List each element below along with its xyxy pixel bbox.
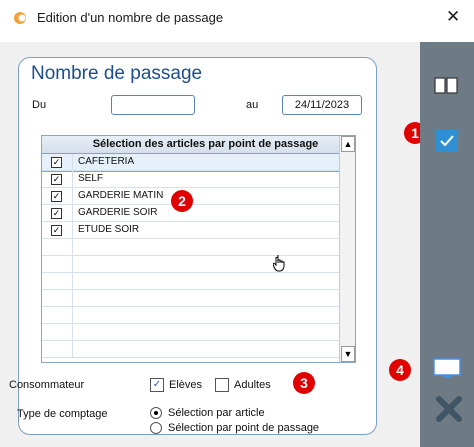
panel-title: Nombre de passage [31, 63, 203, 84]
table-row[interactable] [42, 324, 339, 341]
monitor-icon[interactable] [433, 358, 461, 380]
vertical-scrollbar[interactable]: ▲ ▼ [339, 136, 355, 362]
row-label: ETUDE SOIR [78, 224, 140, 235]
checkbox-cell [42, 341, 73, 357]
row-checkbox[interactable]: ✓ [51, 208, 62, 219]
eleves-checkbox[interactable]: ✓ [150, 378, 164, 392]
table-row[interactable]: ✓ ETUDE SOIR [42, 222, 339, 239]
row-label: GARDERIE SOIR [78, 207, 158, 218]
row-label: SELF [78, 173, 104, 184]
title-bar: Edition d'un nombre de passage ✕ [0, 0, 474, 42]
table-row[interactable] [42, 239, 339, 256]
table-row[interactable] [42, 341, 339, 358]
table-row[interactable] [42, 290, 339, 307]
row-checkbox[interactable]: ✓ [51, 225, 62, 236]
radio-par-article-label: Sélection par article [168, 407, 265, 419]
radio-par-article[interactable] [150, 407, 162, 419]
scroll-down-icon[interactable]: ▼ [341, 346, 355, 362]
table-row[interactable] [42, 256, 339, 273]
book-icon[interactable] [433, 76, 459, 96]
articles-table: Sélection des articles par point de pass… [41, 135, 356, 363]
du-field[interactable] [111, 95, 195, 115]
app-logo-icon [14, 12, 26, 24]
checkbox-cell: ✓ [42, 154, 73, 170]
checkbox-cell [42, 324, 73, 340]
row-checkbox[interactable]: ✓ [51, 191, 62, 202]
adultes-label: Adultes [234, 379, 271, 391]
check-icon: ✓ [152, 379, 162, 390]
hand-cursor-icon [273, 255, 285, 272]
checkbox-cell: ✓ [42, 222, 73, 238]
checkbox-cell: ✓ [42, 171, 73, 187]
table-header: Sélection des articles par point de pass… [42, 136, 339, 154]
checkbox-cell [42, 290, 73, 306]
au-label: au [246, 99, 259, 111]
row-checkbox[interactable]: ✓ [51, 157, 62, 168]
consommateur-label: Consommateur [9, 379, 85, 391]
table-row[interactable]: ✓ CAFETERIA [41, 153, 340, 172]
du-label: Du [32, 99, 47, 111]
adultes-checkbox[interactable] [215, 378, 229, 392]
delete-icon[interactable] [436, 396, 462, 422]
form-panel: Nombre de passage Du au 24/11/2023 Sélec… [9, 57, 377, 435]
table-row[interactable] [42, 273, 339, 290]
scroll-up-icon[interactable]: ▲ [341, 136, 355, 152]
checkbox-cell [42, 307, 73, 323]
right-toolbar [420, 42, 474, 447]
type-comptage-label: Type de comptage [17, 408, 108, 420]
table-row[interactable]: ✓ SELF [42, 171, 339, 188]
row-label: CAFETERIA [78, 156, 135, 167]
au-date-field[interactable]: 24/11/2023 [282, 95, 362, 115]
checkbox-cell: ✓ [42, 205, 73, 221]
row-checkbox[interactable]: ✓ [51, 174, 62, 185]
table-header-label: Sélection des articles par point de pass… [92, 138, 319, 150]
badge-4: 4 [389, 359, 411, 381]
check-icon[interactable] [436, 130, 458, 152]
radio-par-point-passage-label: Sélection par point de passage [168, 422, 320, 434]
main-area: Nombre de passage Du au 24/11/2023 Sélec… [0, 42, 426, 447]
eleves-label: Elèves [169, 379, 203, 391]
table-row[interactable] [42, 307, 339, 324]
badge-3: 3 [293, 372, 315, 394]
checkbox-cell [42, 239, 73, 255]
window-title: Edition d'un nombre de passage [37, 10, 224, 25]
checkbox-cell: ✓ [42, 188, 73, 204]
row-label: GARDERIE MATIN [78, 190, 164, 201]
checkbox-cell [42, 256, 73, 272]
radio-par-point-passage[interactable] [150, 422, 162, 434]
close-button[interactable]: ✕ [446, 7, 460, 27]
checkbox-cell [42, 273, 73, 289]
badge-2: 2 [171, 190, 193, 212]
